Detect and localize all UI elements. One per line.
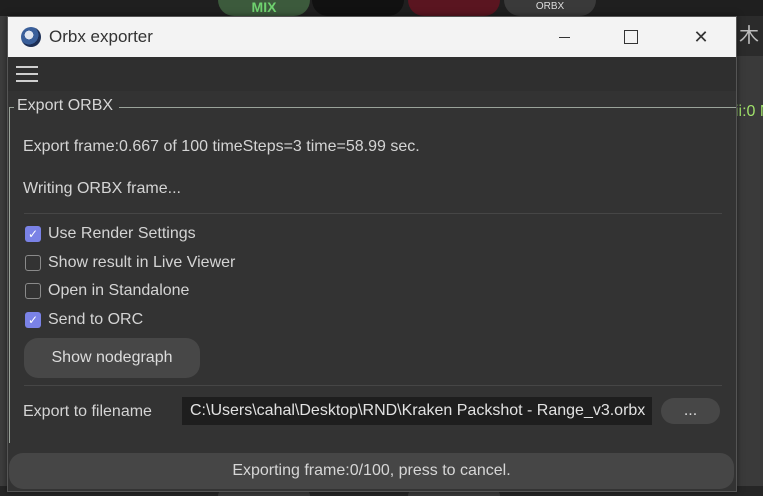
browse-button[interactable]: ... (661, 398, 720, 424)
orbx-app-icon (21, 27, 41, 47)
background-panel-left (0, 16, 7, 496)
export-orbx-group: Export ORBX Export frame:0.667 of 100 ti… (9, 97, 736, 443)
checkbox-checked-icon: ✓ (25, 226, 41, 242)
export-filename-input[interactable]: C:\Users\cahal\Desktop\RND\Kraken Packsh… (182, 397, 652, 425)
use-render-settings-checkbox[interactable]: ✓ Use Render Settings (25, 223, 196, 245)
orbx-exporter-window: Orbx exporter ✕ Export ORBX Export frame… (7, 16, 737, 492)
hamburger-menu-icon[interactable] (16, 66, 38, 82)
send-to-orc-checkbox[interactable]: ✓ Send to ORC (25, 309, 143, 331)
checkbox-label: Send to ORC (48, 311, 144, 328)
writing-status-text: Writing ORBX frame... (23, 180, 181, 197)
group-title: Export ORBX (17, 97, 114, 114)
show-nodegraph-button[interactable]: Show nodegraph (24, 338, 200, 378)
background-thumbnail-strip: MIX ORBX (0, 0, 763, 16)
close-button[interactable]: ✕ (678, 17, 724, 57)
group-border (119, 107, 736, 108)
checkbox-label: Show result in Live Viewer (48, 254, 236, 271)
checkbox-label: Open in Standalone (48, 282, 190, 299)
checkbox-unchecked-icon (25, 283, 41, 299)
show-result-live-viewer-checkbox[interactable]: Show result in Live Viewer (25, 252, 235, 274)
export-filename-label: Export to filename (23, 403, 152, 420)
maximize-button[interactable] (608, 17, 654, 57)
close-icon: ✕ (693, 26, 709, 47)
background-toolbar-glyph: 木 (735, 16, 763, 56)
frame-status-text: Export frame:0.667 of 100 timeSteps=3 ti… (23, 138, 420, 155)
cancel-export-status-button[interactable]: Exporting frame:0/100, press to cancel. (9, 453, 734, 489)
background-thumbnail: MIX (218, 0, 310, 16)
background-thumbnail (408, 0, 500, 16)
maximize-icon (624, 30, 638, 44)
menu-bar (8, 57, 736, 91)
window-title: Orbx exporter (49, 27, 153, 46)
checkbox-checked-icon: ✓ (25, 312, 41, 328)
checkbox-unchecked-icon (25, 255, 41, 271)
minimize-button[interactable] (541, 17, 587, 57)
background-thumbnail (312, 0, 404, 16)
background-panel-right (735, 16, 763, 496)
open-in-standalone-checkbox[interactable]: Open in Standalone (25, 280, 189, 302)
divider (24, 385, 722, 386)
title-bar[interactable]: Orbx exporter ✕ (8, 17, 736, 57)
minimize-icon (558, 36, 570, 38)
group-border (9, 107, 10, 443)
background-thumbnail: ORBX (504, 0, 596, 16)
checkbox-label: Use Render Settings (48, 225, 196, 242)
background-info-text: ii:0 N (735, 103, 763, 120)
divider (24, 213, 722, 214)
